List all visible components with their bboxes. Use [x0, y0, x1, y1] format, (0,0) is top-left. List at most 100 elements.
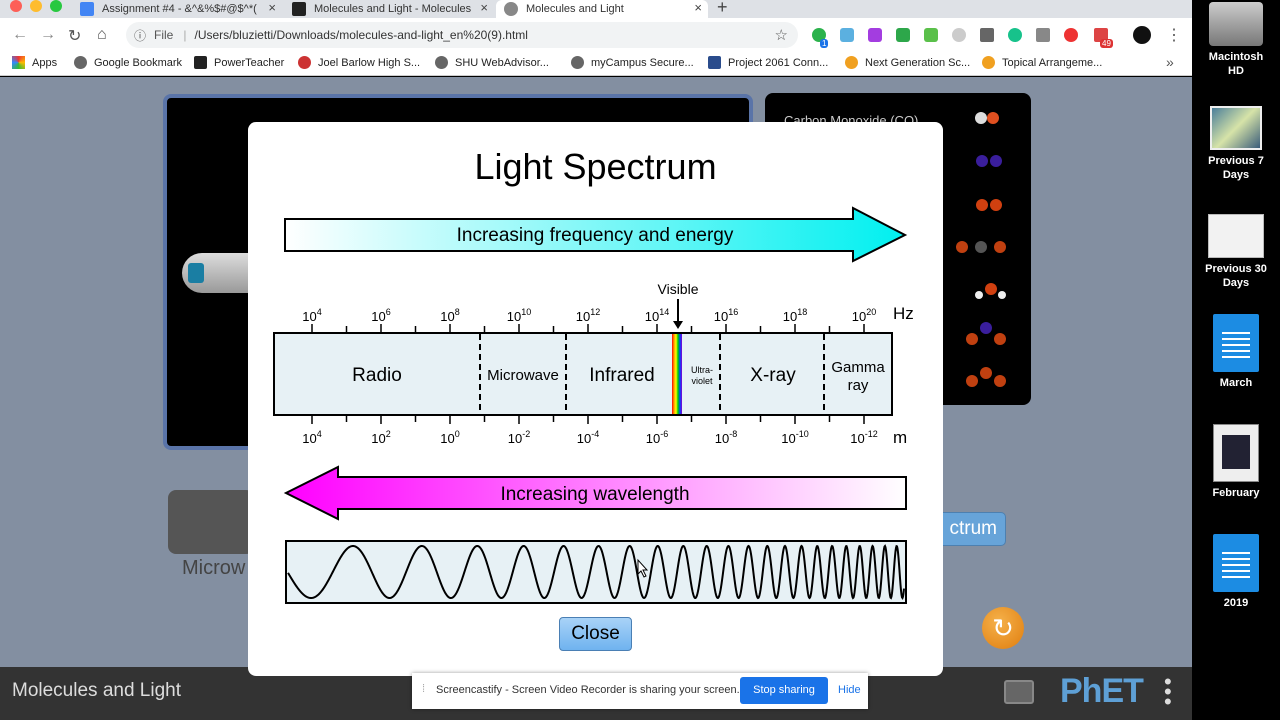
- visible-label: Visible: [658, 281, 699, 297]
- wavelength-unit: m: [893, 428, 907, 447]
- extension-icon[interactable]: [868, 28, 882, 42]
- close-window-button[interactable]: [10, 0, 22, 12]
- extension-icon[interactable]: [896, 28, 910, 42]
- oxygen-atom-icon: [987, 112, 999, 124]
- hide-button[interactable]: Hide: [838, 684, 861, 696]
- extension-icon[interactable]: [980, 28, 994, 42]
- extension-icon[interactable]: [840, 28, 854, 42]
- zoom-window-button[interactable]: [50, 0, 62, 12]
- microwave-photon-source-button[interactable]: [168, 490, 254, 554]
- wavelength-tick-label: 10-4: [577, 429, 599, 446]
- home-icon[interactable]: ⌂: [97, 26, 107, 44]
- bookmark-item[interactable]: myCampus Secure...: [571, 56, 694, 69]
- oxygen-atom-icon: [966, 333, 978, 345]
- profile-avatar[interactable]: [1133, 26, 1151, 44]
- phet-menu-icon[interactable]: • • •: [1164, 671, 1172, 713]
- bookmark-label: PowerTeacher: [214, 56, 285, 69]
- bookmark-label: myCampus Secure...: [591, 56, 694, 69]
- desktop-icon-2019[interactable]: 2019: [1192, 534, 1280, 610]
- frequency-tick-label: 106: [371, 307, 390, 324]
- desktop-icon-february[interactable]: February: [1192, 424, 1280, 500]
- nitrogen-atom-icon: [980, 322, 992, 334]
- browser-menu-icon[interactable]: ⋮: [1166, 25, 1182, 45]
- bookmarks-bar: Apps Google Bookmark PowerTeacher Joel B…: [0, 52, 1192, 76]
- keyboard-icon[interactable]: [1004, 680, 1034, 704]
- sharing-message: Screencastify - Screen Video Recorder is…: [436, 684, 740, 696]
- bookmarks-overflow-icon[interactable]: »: [1166, 54, 1174, 70]
- new-tab-button[interactable]: +: [717, 0, 728, 18]
- folder-thumbnail-icon: [1210, 106, 1262, 150]
- bookmark-item[interactable]: Project 2061 Conn...: [708, 56, 828, 69]
- wavelength-axis: 104 102 100 10-2 10-4 10-6 10-8 10-10 10-12: [302, 415, 878, 446]
- desktop-icon-march[interactable]: March: [1192, 314, 1280, 390]
- extension-icon[interactable]: [1036, 28, 1050, 42]
- reload-icon[interactable]: ↻: [68, 26, 81, 46]
- bookmark-star-icon[interactable]: ☆: [775, 26, 788, 44]
- bookmark-item[interactable]: PowerTeacher: [194, 56, 284, 69]
- desktop-icon-label: Macintosh HD: [1208, 51, 1264, 77]
- url-separator: |: [183, 28, 187, 42]
- bookmark-item[interactable]: SHU WebAdvisor...: [435, 56, 549, 69]
- arrow-down-icon: [673, 321, 683, 329]
- extension-icon[interactable]: [1064, 28, 1078, 42]
- phet-logo[interactable]: PhET: [1060, 672, 1144, 711]
- hydrogen-atom-icon: [975, 291, 983, 299]
- oxygen-atom-icon: [994, 375, 1006, 387]
- frequency-arrow-label: Increasing frequency and energy: [457, 225, 734, 246]
- globe-icon: [504, 2, 518, 16]
- close-button[interactable]: Close: [559, 617, 632, 651]
- light-spectrum-dialog: Light Spectrum Increasing frequency and: [248, 122, 943, 676]
- forward-arrow-icon[interactable]: →: [40, 26, 56, 44]
- tab-assignment[interactable]: Assignment #4 - &^&%$#@$^*( ×: [72, 0, 282, 18]
- nitrogen-atom-icon: [990, 155, 1002, 167]
- band-label-xray: X-ray: [750, 365, 796, 386]
- bookmark-item[interactable]: Next Generation Sc...: [845, 56, 970, 69]
- bookmark-label: Project 2061 Conn...: [728, 56, 829, 69]
- document-icon: [1213, 534, 1259, 592]
- desktop-icon-macintosh-hd[interactable]: Macintosh HD: [1192, 2, 1280, 78]
- wavelength-tick-label: 100: [440, 429, 459, 446]
- bookmark-item[interactable]: Joel Barlow High S...: [298, 56, 420, 69]
- desktop-icon-label: Previous 7 Days: [1208, 155, 1264, 181]
- extension-icon[interactable]: [1008, 28, 1022, 42]
- reset-all-button[interactable]: ↻: [982, 607, 1024, 649]
- minimize-window-button[interactable]: [30, 0, 42, 12]
- tab-title: Assignment #4 - &^&%$#@$^*(: [102, 3, 257, 15]
- frequency-tick-label: 1010: [507, 307, 531, 324]
- tab-bar: Assignment #4 - &^&%$#@$^*( × Molecules …: [0, 0, 1192, 18]
- wavelength-tick-label: 104: [302, 429, 321, 446]
- desktop-icon-previous-7-days[interactable]: Previous 7 Days: [1192, 106, 1280, 182]
- extension-icon[interactable]: [952, 28, 966, 42]
- oxygen-atom-icon: [990, 199, 1002, 211]
- oxygen-atom-icon: [994, 241, 1006, 253]
- close-tab-icon[interactable]: ×: [268, 0, 276, 15]
- docs-icon: [80, 2, 94, 16]
- wavelength-tick-label: 10-2: [508, 429, 530, 446]
- bookmark-item[interactable]: Google Bookmark: [74, 56, 182, 69]
- document-icon: [1213, 314, 1259, 372]
- desktop-icon-previous-30-days[interactable]: Previous 30 Days: [1192, 214, 1280, 290]
- bookmark-apps[interactable]: Apps: [12, 56, 57, 69]
- hydrogen-atom-icon: [998, 291, 1006, 299]
- microwave-label: Microw: [182, 557, 246, 579]
- frequency-unit: Hz: [893, 304, 914, 323]
- back-arrow-icon[interactable]: ←: [12, 26, 28, 44]
- stop-sharing-button[interactable]: Stop sharing: [740, 677, 828, 704]
- close-tab-icon[interactable]: ×: [480, 0, 488, 15]
- document-icon: [1213, 424, 1259, 482]
- bookmark-item[interactable]: Topical Arrangeme...: [982, 56, 1102, 69]
- ngss-icon: [845, 56, 858, 69]
- tab-molecules-and-light[interactable]: Molecules and Light ×: [496, 0, 708, 18]
- band-label-ultraviolet: Ultra-: [691, 365, 713, 375]
- drag-handle-icon[interactable]: ⁞: [422, 683, 425, 695]
- url-bar[interactable]: ⓘ File | /Users/bluzietti/Downloads/mole…: [126, 22, 798, 48]
- extension-icon[interactable]: [924, 28, 938, 42]
- close-tab-icon[interactable]: ×: [694, 0, 702, 15]
- nitrogen-atom-icon: [976, 155, 988, 167]
- oxygen-atom-icon: [980, 367, 992, 379]
- url-text[interactable]: /Users/bluzietti/Downloads/molecules-and…: [194, 28, 528, 42]
- desktop-icon-label: 2019: [1223, 597, 1249, 609]
- tab-molecules-phet[interactable]: Molecules and Light - Molecules ×: [284, 0, 494, 18]
- wavelength-tick-label: 102: [371, 429, 390, 446]
- wavelength-tick-label: 10-10: [781, 429, 808, 446]
